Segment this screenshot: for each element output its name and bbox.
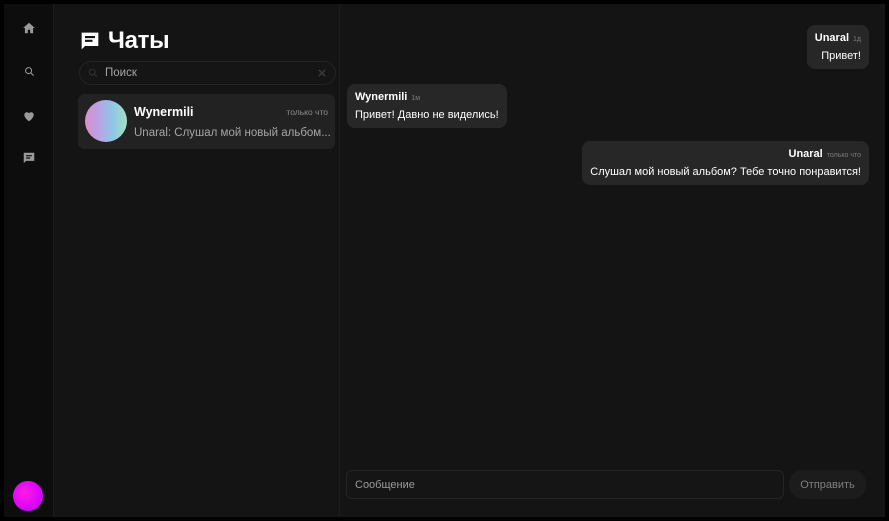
heart-icon [24, 112, 34, 122]
page-title: Чаты [80, 27, 170, 55]
nav-home-button[interactable] [17, 16, 41, 40]
chat-time: только что [286, 107, 328, 117]
app-window: Чаты Wynermili только что Unaral: Слушал… [4, 4, 885, 517]
clear-search-icon[interactable] [318, 69, 326, 77]
nav-rail [4, 4, 54, 517]
message-time: 1д [853, 36, 861, 43]
message-text: Слушал мой новый альбом? Тебе точно понр… [590, 166, 861, 178]
message-bubble: Wynermili 1м Привет! Давно не виделись! [347, 84, 507, 128]
avatar [85, 100, 127, 142]
home-icon [23, 22, 35, 34]
message-input[interactable] [346, 470, 784, 499]
profile-avatar[interactable] [13, 481, 43, 511]
chat-icon [81, 32, 99, 50]
nav-chats-button[interactable] [17, 146, 41, 170]
message-bubble: Unaral только что Слушал мой новый альбом… [582, 141, 869, 185]
search-box [79, 61, 336, 85]
message-author: Unaral [814, 32, 850, 44]
message-bubble: Unaral 1д Привет! [806, 25, 869, 69]
message-text: Привет! Давно не виделись! [355, 109, 499, 121]
search-input[interactable] [105, 67, 305, 79]
message-author: Wynermili [355, 91, 408, 103]
chat-preview: Unaral: Слушал мой новый альбом... [134, 127, 331, 139]
message-time: 1м [411, 95, 421, 102]
chat-list-panel: Чаты Wynermili только что Unaral: Слушал… [54, 4, 340, 517]
search-icon [24, 66, 34, 76]
chat-name: Wynermili [134, 105, 194, 119]
nav-favorites-button[interactable] [17, 104, 41, 128]
message-author: Unaral [788, 148, 823, 160]
chat-icon [23, 152, 35, 164]
message-time: только что [826, 152, 861, 159]
search-icon [88, 68, 98, 78]
send-button[interactable]: Отправить [789, 470, 866, 499]
conversation-panel: Unaral 1д Привет! Wynermili 1м Привет! Дав… [340, 4, 885, 517]
message-text: Привет! [821, 50, 861, 62]
page-title-text: Чаты [108, 27, 170, 54]
chat-list-item[interactable]: Wynermili только что Unaral: Слушал мой … [78, 94, 335, 149]
nav-search-button[interactable] [17, 59, 41, 83]
